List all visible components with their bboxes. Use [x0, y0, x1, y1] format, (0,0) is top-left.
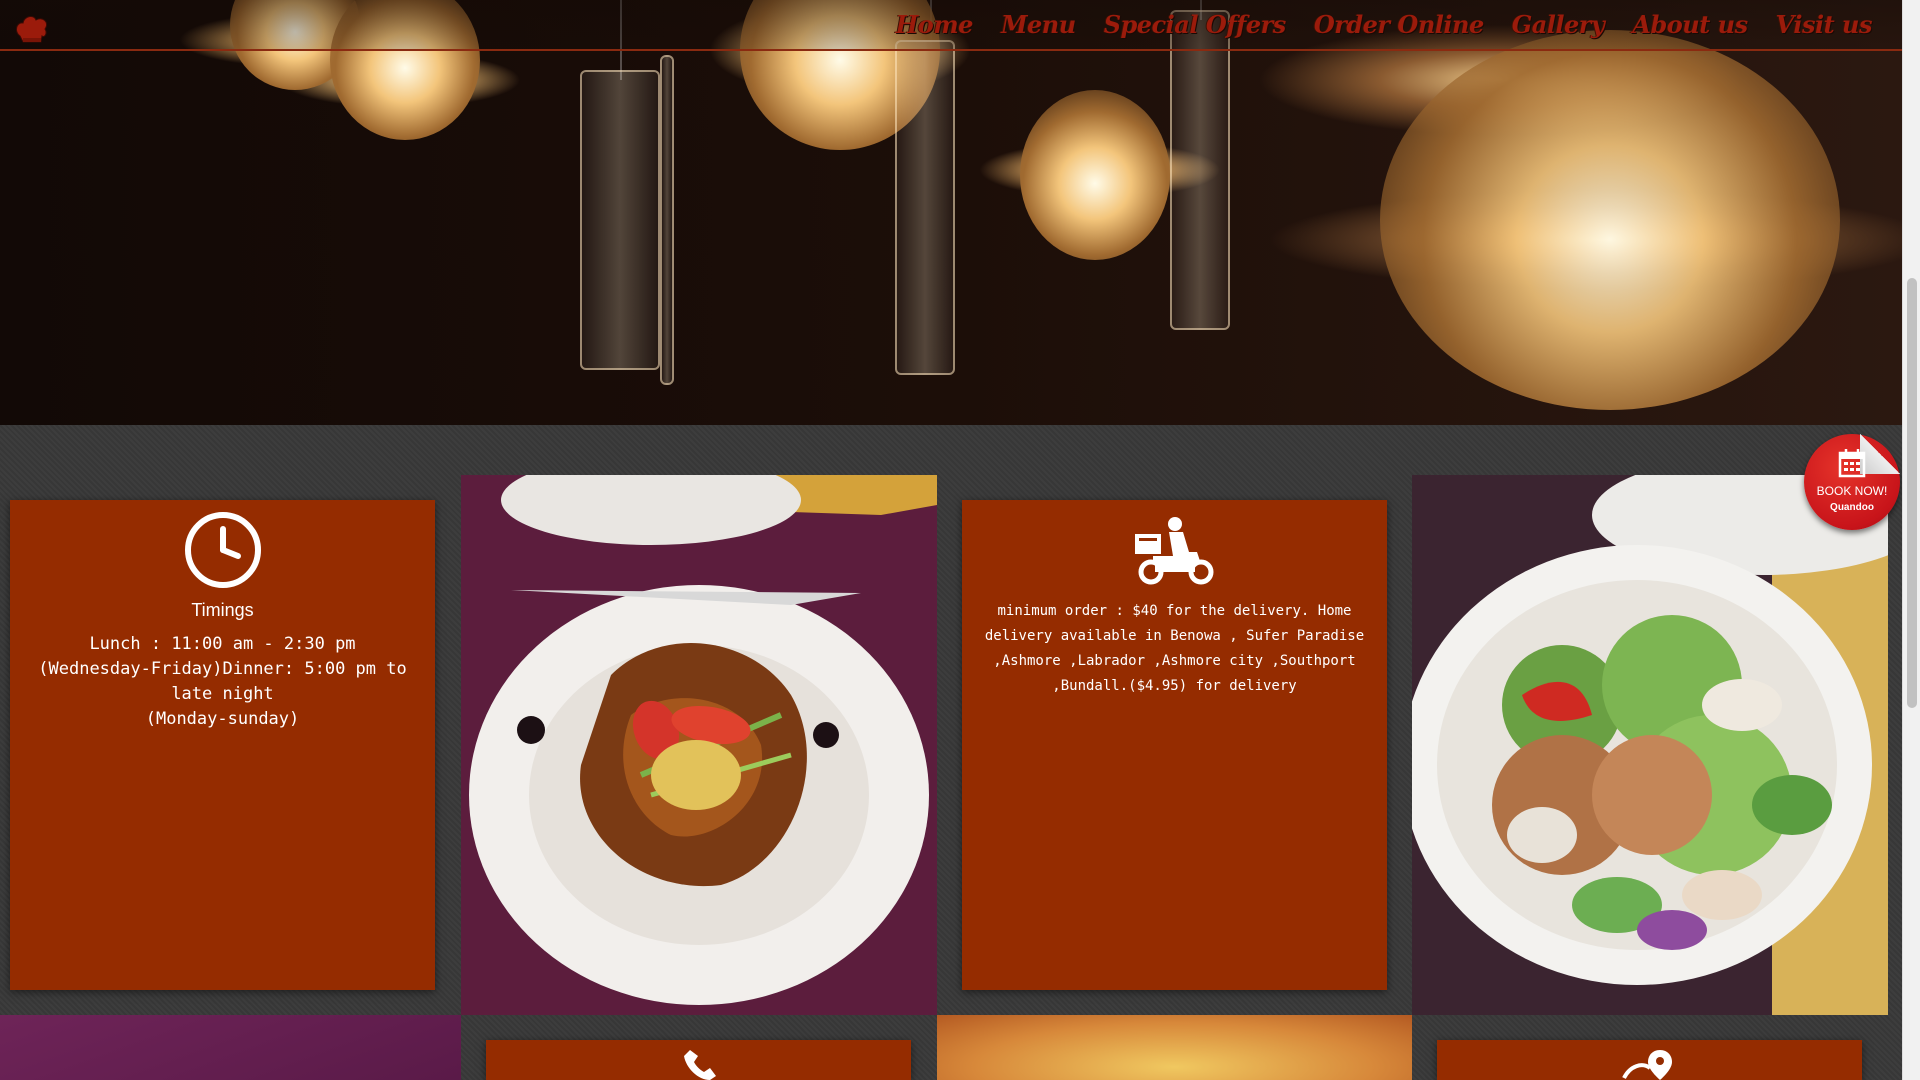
hero-banner	[0, 0, 1902, 425]
page-scrollbar[interactable]	[1902, 0, 1920, 1080]
scrollbar-thumb[interactable]	[1907, 278, 1917, 708]
contact-card	[486, 1040, 911, 1080]
timings-line-days: (Monday-sunday)	[145, 709, 300, 729]
nav-gallery-link[interactable]: Gallery	[1512, 10, 1605, 39]
timings-title: Timings	[191, 600, 254, 620]
delivery-scooter-icon	[1134, 517, 1213, 585]
nav-special-offers-link[interactable]: Special Offers	[1104, 10, 1287, 39]
dish-photo-chicken	[461, 475, 937, 1015]
book-now-button[interactable]: BOOK NOW! Quandoo	[1804, 434, 1900, 530]
timings-line-dinner: (Wednesday-Friday)Dinner: 5:00 pm to lat…	[38, 659, 407, 704]
quandoo-brand: Quandoo	[1830, 502, 1874, 513]
delivery-card: minimum order : $40 for the delivery. Ho…	[962, 500, 1387, 990]
timings-hours: Lunch : 11:00 am - 2:30 pm (Wednesday-Fr…	[10, 632, 435, 732]
top-navbar: Home Menu Special Offers Order Online Ga…	[0, 0, 1902, 51]
delivery-info-text: minimum order : $40 for the delivery. Ho…	[984, 603, 1365, 694]
nav-about-us-link[interactable]: About us	[1632, 10, 1748, 39]
chef-hat-logo[interactable]	[14, 14, 50, 44]
calendar-icon	[1838, 449, 1866, 478]
timings-line-lunch: Lunch : 11:00 am - 2:30 pm	[89, 634, 356, 654]
phone-icon	[683, 1050, 716, 1080]
page: Home Menu Special Offers Order Online Ga…	[0, 0, 1920, 1080]
lower-photo-fabric	[0, 1015, 461, 1080]
location-card	[1437, 1040, 1862, 1080]
map-pin-icon	[1621, 1050, 1672, 1080]
dish-photo-salad	[1412, 475, 1888, 1015]
lower-photo-pizza	[937, 1015, 1412, 1080]
book-now-label: BOOK NOW!	[1816, 484, 1888, 498]
nav-menu-link[interactable]: Menu	[1001, 10, 1076, 39]
timings-card: Timings Lunch : 11:00 am - 2:30 pm (Wedn…	[10, 500, 435, 990]
nav-order-online-link[interactable]: Order Online	[1314, 10, 1484, 39]
clock-icon	[184, 512, 261, 588]
nav-home-link[interactable]: Home	[896, 10, 974, 39]
nav-visit-us-link[interactable]: Visit us	[1776, 10, 1873, 39]
book-now-page-curl	[1860, 434, 1900, 474]
